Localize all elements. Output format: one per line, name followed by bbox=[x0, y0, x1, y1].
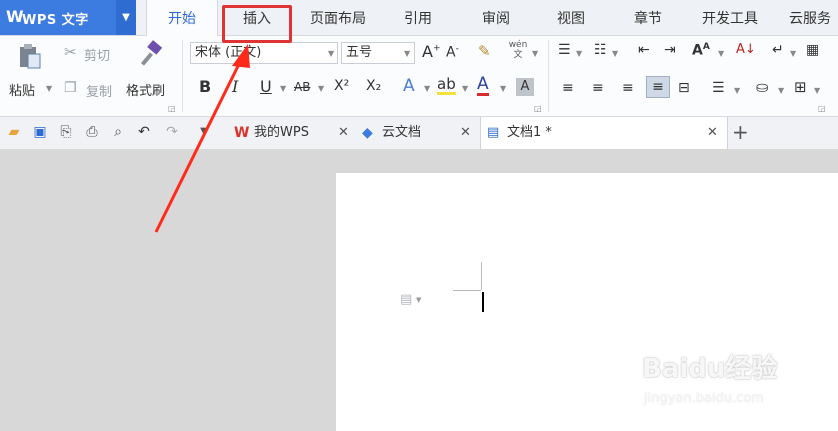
font-size-value: 五号 bbox=[346, 45, 373, 60]
document-icon: ▤ bbox=[487, 125, 500, 140]
close-icon[interactable]: ✕ bbox=[460, 117, 471, 149]
app-logo-button[interactable]: W WPS 文字 ▼ bbox=[0, 0, 136, 35]
chevron-down-icon[interactable]: ▼ bbox=[500, 84, 506, 93]
open-folder-icon[interactable]: ▰ bbox=[6, 124, 22, 140]
ribbon bbox=[0, 36, 838, 117]
justify-icon[interactable]: ≡ bbox=[646, 76, 670, 98]
font-launcher-icon[interactable]: ◲ bbox=[534, 104, 542, 113]
subscript-button[interactable]: X₂ bbox=[366, 78, 381, 94]
align-center-icon[interactable]: ≡ bbox=[592, 80, 604, 96]
tab-page-layout[interactable]: 页面布局 bbox=[298, 0, 378, 35]
copy-icon: ❐ bbox=[64, 80, 77, 96]
margin-marker bbox=[481, 262, 482, 290]
chevron-down-icon[interactable]: ▼ bbox=[328, 49, 334, 58]
chevron-down-icon[interactable]: ▼ bbox=[424, 84, 430, 93]
chevron-down-icon[interactable]: ▼ bbox=[280, 84, 286, 93]
print-icon[interactable]: ⎙ bbox=[84, 124, 100, 140]
sort-icon[interactable]: A↓ bbox=[736, 42, 756, 57]
borders-icon[interactable]: ⊞ bbox=[794, 78, 807, 96]
export-pdf-icon[interactable]: ⎘ bbox=[58, 124, 74, 140]
strikethrough-button[interactable]: AB bbox=[294, 80, 310, 94]
group-divider bbox=[548, 40, 549, 112]
insert-tab-highlight bbox=[222, 5, 292, 43]
align-right-icon[interactable]: ≡ bbox=[622, 80, 634, 96]
table-icon[interactable]: ▦ bbox=[806, 42, 819, 58]
font-color-icon[interactable]: A bbox=[477, 75, 489, 96]
underline-button[interactable]: U bbox=[260, 77, 272, 96]
clear-format-icon[interactable]: ✎ bbox=[478, 42, 491, 60]
distribute-icon[interactable]: ⊟ bbox=[678, 80, 690, 96]
decrease-indent-icon[interactable]: ⇤ bbox=[638, 42, 650, 58]
chevron-down-icon[interactable]: ▼ bbox=[116, 0, 136, 35]
chevron-down-icon[interactable]: ▼ bbox=[416, 296, 421, 304]
tab-cloud-docs-label: 云文档 bbox=[382, 125, 422, 140]
text-cursor bbox=[482, 292, 484, 312]
chevron-down-icon[interactable]: ▼ bbox=[734, 86, 740, 95]
red-arrow-annotation bbox=[154, 44, 250, 233]
superscript-button[interactable]: X² bbox=[334, 78, 349, 94]
save-icon[interactable]: ▣ bbox=[32, 124, 48, 140]
app-title: WPS 文字 bbox=[22, 13, 89, 28]
tab-review[interactable]: 审阅 bbox=[466, 0, 526, 35]
paste-button[interactable]: 粘贴 bbox=[9, 80, 35, 99]
chevron-down-icon[interactable]: ▼ bbox=[718, 49, 724, 58]
tab-document-1[interactable]: ▤ 文档1 * ✕ bbox=[480, 117, 728, 150]
close-icon[interactable]: ✕ bbox=[338, 117, 349, 149]
paste-icon[interactable] bbox=[14, 42, 44, 72]
chevron-down-icon[interactable]: ▼ bbox=[576, 49, 582, 58]
chevron-down-icon[interactable]: ▼ bbox=[404, 49, 410, 58]
scissors-icon: ✂ bbox=[64, 43, 77, 61]
show-marks-icon[interactable]: ↵ bbox=[772, 42, 784, 58]
tab-view[interactable]: 视图 bbox=[541, 0, 601, 35]
align-left-icon[interactable]: ≡ bbox=[562, 80, 574, 96]
tab-document-1-label: 文档1 * bbox=[507, 125, 552, 140]
margin-marker bbox=[453, 290, 481, 291]
chevron-down-icon[interactable]: ▼ bbox=[790, 49, 796, 58]
chevron-down-icon[interactable]: ▼ bbox=[778, 86, 784, 95]
pinyin-guide-icon[interactable]: wén 文 bbox=[506, 40, 530, 60]
tab-my-wps-label: 我的WPS bbox=[254, 125, 309, 140]
increase-indent-icon[interactable]: ⇥ bbox=[664, 42, 676, 58]
cut-button[interactable]: 剪切 bbox=[84, 45, 110, 64]
paragraph-shading-icon[interactable]: ⛀ bbox=[756, 78, 769, 96]
line-spacing-icon[interactable]: ☰ bbox=[712, 80, 725, 96]
shrink-font-icon[interactable]: A- bbox=[446, 44, 459, 61]
wps-logo-icon: W bbox=[6, 7, 24, 26]
tab-cloud[interactable]: 云服务 bbox=[780, 0, 838, 35]
grow-font-icon[interactable]: A+ bbox=[422, 42, 441, 61]
paragraph-launcher-icon[interactable]: ◲ bbox=[818, 104, 826, 113]
chevron-down-icon[interactable]: ▼ bbox=[532, 49, 538, 58]
text-effect-icon[interactable]: A bbox=[403, 76, 415, 96]
highlight-icon[interactable]: ab bbox=[437, 76, 456, 95]
char-shading-icon[interactable]: A bbox=[516, 78, 534, 96]
paste-dropdown-icon[interactable]: ▼ bbox=[46, 84, 52, 93]
print-preview-icon[interactable]: ⌕ bbox=[110, 124, 126, 140]
close-icon[interactable]: ✕ bbox=[707, 117, 718, 149]
change-case-icon[interactable]: AA bbox=[692, 42, 710, 59]
tab-section[interactable]: 章节 bbox=[618, 0, 678, 35]
tab-references[interactable]: 引用 bbox=[388, 0, 448, 35]
chevron-down-icon[interactable]: ▼ bbox=[318, 84, 324, 93]
tab-cloud-docs[interactable]: ◆ 云文档 ✕ bbox=[358, 117, 476, 149]
tab-home[interactable]: 开始 bbox=[146, 0, 218, 36]
bullet-list-icon[interactable]: ☰ bbox=[558, 42, 571, 58]
cloud-cube-icon: ◆ bbox=[362, 125, 373, 141]
paste-options-icon[interactable]: ▤ bbox=[400, 292, 412, 307]
new-tab-plus-icon[interactable]: + bbox=[732, 120, 749, 144]
watermark-logo: Baidu经验 bbox=[636, 348, 806, 388]
chevron-down-icon[interactable]: ▼ bbox=[462, 84, 468, 93]
watermark-url: jingyan.baidu.com bbox=[644, 391, 764, 406]
chevron-down-icon[interactable]: ▼ bbox=[612, 49, 618, 58]
copy-button[interactable]: 复制 bbox=[86, 81, 112, 100]
tab-developer[interactable]: 开发工具 bbox=[690, 0, 770, 35]
pinyin-guide-label: wén 文 bbox=[508, 40, 528, 60]
chevron-down-icon[interactable]: ▼ bbox=[814, 86, 820, 95]
watermark-text: Baidu经验 bbox=[642, 354, 778, 384]
numbered-list-icon[interactable]: ☷ bbox=[594, 42, 607, 58]
